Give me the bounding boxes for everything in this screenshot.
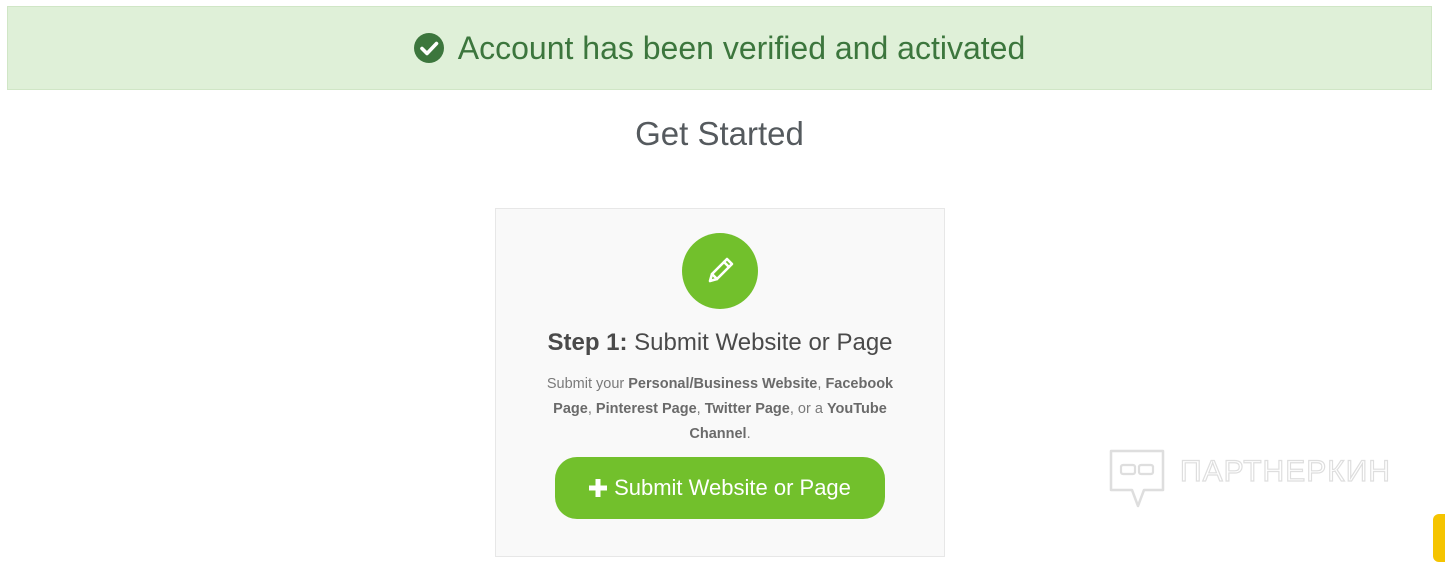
desc-suffix: . bbox=[746, 426, 751, 442]
page-title: Get Started bbox=[635, 115, 804, 152]
plus-icon bbox=[589, 479, 608, 497]
success-alert: Account has been verified and activated bbox=[7, 6, 1432, 90]
step-title: Step 1: Submit Website or Page bbox=[496, 329, 944, 357]
submit-button-label: Submit Website or Page bbox=[614, 475, 851, 500]
check-circle-icon bbox=[413, 33, 444, 63]
step-description: Submit your Personal/Business Website, F… bbox=[526, 372, 914, 447]
desc-item-pinterest: Pinterest Page bbox=[595, 401, 697, 417]
desc-sep: , bbox=[587, 401, 596, 417]
desc-sep: , or a bbox=[789, 401, 827, 417]
submit-website-button[interactable]: Submit Website or Page bbox=[555, 457, 885, 519]
alert-message: Account has been verified and activated bbox=[457, 29, 1026, 66]
desc-prefix: Submit your bbox=[546, 376, 629, 392]
desc-item-twitter: Twitter Page bbox=[704, 401, 790, 417]
watermark: ПАРТНЕРКИН bbox=[1108, 448, 1408, 510]
pencil-icon bbox=[682, 233, 758, 309]
page: Account has been verified and activated … bbox=[0, 0, 1445, 562]
speech-bubble-logo-icon bbox=[1108, 448, 1166, 510]
edge-tab[interactable] bbox=[1433, 514, 1445, 562]
desc-sep: , bbox=[696, 401, 705, 417]
desc-item-website: Personal/Business Website bbox=[628, 376, 818, 392]
step-title-text: Submit Website or Page bbox=[634, 329, 893, 356]
step-card: Step 1: Submit Website or Page Submit yo… bbox=[495, 208, 945, 557]
step-number: Step 1: bbox=[547, 329, 628, 356]
watermark-text: ПАРТНЕРКИН bbox=[1179, 454, 1391, 488]
